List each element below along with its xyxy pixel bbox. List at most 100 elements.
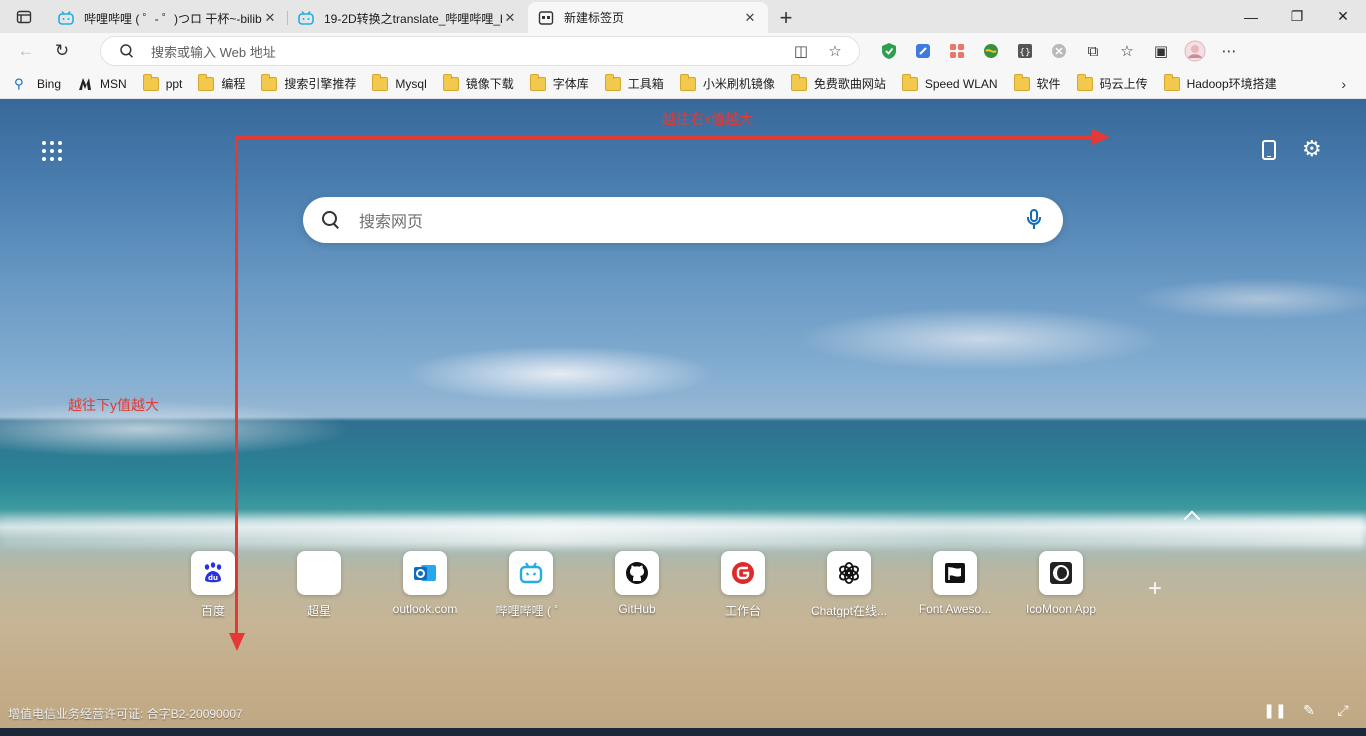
svg-text:du: du xyxy=(208,574,218,582)
background-waves xyxy=(0,517,1366,547)
tab-bilibili-video[interactable]: 19-2D转换之translate_哔哩哔哩_bilibili ✕ xyxy=(288,3,528,33)
quick-link-label: 工作台 xyxy=(724,604,761,618)
chaoxing-icon xyxy=(297,551,341,595)
quick-link-baidu[interactable]: du 百度 xyxy=(160,551,266,619)
gear-icon[interactable]: ⚙ xyxy=(1302,137,1322,161)
shield-extension-icon[interactable] xyxy=(872,36,906,66)
plus-icon: + xyxy=(779,5,793,30)
extensions-icon[interactable]: ⧉ xyxy=(1076,36,1110,66)
bookmark-label: 小米刷机镜像 xyxy=(702,77,775,91)
bookmark-label: Mysql xyxy=(395,76,427,91)
quick-link-gitee[interactable]: 工作台 xyxy=(690,551,796,619)
bookmark-folder[interactable]: Speed WLAN xyxy=(901,73,998,91)
folder-icon xyxy=(142,73,159,91)
quick-link-label: Font Aweso... xyxy=(918,602,992,616)
bookmark-folder[interactable]: 编程 xyxy=(198,73,245,92)
back-button[interactable]: ← xyxy=(8,36,44,66)
favorites-icon[interactable]: ☆ xyxy=(1110,36,1144,66)
folder-icon xyxy=(1013,73,1030,91)
bookmark-label: 搜索引擎推荐 xyxy=(284,77,357,91)
bookmark-label: 镜像下载 xyxy=(465,77,514,91)
close-tab-icon[interactable]: ✕ xyxy=(262,10,278,26)
restore-icon: ❐ xyxy=(1290,8,1304,24)
outlook-icon xyxy=(403,551,447,595)
search-icon xyxy=(321,210,341,230)
bookmark-folder[interactable]: 小米刷机镜像 xyxy=(679,73,775,92)
expand-icon[interactable]: ⤢ xyxy=(1326,700,1360,720)
more-menu-icon[interactable]: ⋯ xyxy=(1212,36,1246,66)
bookmark-folder[interactable]: 搜索引擎推荐 xyxy=(261,73,357,92)
minimize-button[interactable]: — xyxy=(1228,0,1274,33)
quick-link-github[interactable]: GitHub xyxy=(584,551,690,619)
bookmark-folder[interactable]: ppt xyxy=(142,73,182,91)
bookmark-folder[interactable]: 码云上传 xyxy=(1076,73,1148,92)
quick-link-label: outlook.com xyxy=(392,602,458,616)
collections-icon[interactable]: ▣ xyxy=(1144,36,1178,66)
chevron-right-icon[interactable]: › xyxy=(1341,76,1346,92)
bookmark-folder[interactable]: 软件 xyxy=(1013,73,1061,92)
folder-icon xyxy=(901,73,918,91)
close-tab-icon[interactable]: ✕ xyxy=(742,10,758,26)
grid-extension-icon[interactable] xyxy=(940,36,974,66)
bing-icon: ⚲ xyxy=(14,75,24,91)
bookmark-bing[interactable]: ⚲ Bing xyxy=(14,75,62,91)
x-arrow-head xyxy=(1092,129,1110,145)
folder-icon xyxy=(790,73,807,91)
add-quick-link-button[interactable]: + xyxy=(1148,575,1162,603)
tab-title: 19-2D转换之translate_哔哩哔哩_bilibili xyxy=(324,11,502,26)
quick-link-font-awesome[interactable]: Font Aweso... xyxy=(902,551,1008,619)
web-search-box[interactable]: 搜索网页 xyxy=(303,197,1063,243)
search-icon xyxy=(120,44,135,59)
bookmark-msn[interactable]: MSN xyxy=(77,77,127,91)
extensions-row: {} ⧉ ☆ ▣ ⋯ xyxy=(872,36,1246,66)
bookmark-folder[interactable]: 字体库 xyxy=(529,73,589,92)
edit-background-icon[interactable]: ✎ xyxy=(1292,700,1326,720)
bookmark-label: 免费歌曲网站 xyxy=(813,77,886,91)
bookmark-folder[interactable]: Hadoop环境搭建 xyxy=(1163,73,1277,92)
add-favorite-icon[interactable]: ☆ xyxy=(825,41,845,61)
bookmark-folder[interactable]: 工具箱 xyxy=(604,73,664,92)
x-axis-arrow xyxy=(236,136,1094,139)
folder-icon xyxy=(604,73,621,91)
globe-extension-icon[interactable] xyxy=(974,36,1008,66)
quick-link-bilibili[interactable]: 哔哩哔哩 ( ゜ xyxy=(478,551,584,619)
bookmark-folder[interactable]: 镜像下载 xyxy=(442,73,514,92)
background-controls: ❚❚ ✎ ⤢ xyxy=(1258,700,1360,720)
microphone-icon[interactable] xyxy=(1017,203,1051,237)
tab-title: 哔哩哔哩 ( ゜- ゜)つロ 干杯~-bilibili xyxy=(84,11,262,26)
rocket-extension-icon[interactable] xyxy=(906,36,940,66)
folder-icon xyxy=(1163,73,1180,91)
close-tab-icon[interactable]: ✕ xyxy=(502,10,518,26)
tab-bilibili[interactable]: 哔哩哔哩 ( ゜- ゜)つロ 干杯~-bilibili ✕ xyxy=(48,3,288,33)
folder-icon xyxy=(261,73,278,91)
pause-icon[interactable]: ❚❚ xyxy=(1258,700,1292,720)
close-window-button[interactable]: ✕ xyxy=(1320,0,1366,33)
bookmark-folder[interactable]: Mysql xyxy=(372,73,427,91)
quick-link-chaoxing[interactable]: 超星 xyxy=(266,551,372,619)
tab-new-tab[interactable]: 新建标签页 ✕ xyxy=(528,2,768,33)
restore-button[interactable]: ❐ xyxy=(1274,0,1320,33)
bookmark-folder[interactable]: 免费歌曲网站 xyxy=(790,73,886,92)
license-text: 增值电信业务经营许可证: 合字B2-20090007 xyxy=(8,707,243,721)
gray-extension-icon[interactable] xyxy=(1042,36,1076,66)
quick-link-label: Chatgpt在线... xyxy=(810,604,888,618)
bracket-extension-icon[interactable]: {} xyxy=(1008,36,1042,66)
quick-link-label: GitHub xyxy=(618,602,656,616)
refresh-button[interactable]: ↻ xyxy=(44,36,80,66)
arrow-left-icon: ← xyxy=(17,41,35,60)
folder-icon xyxy=(1076,73,1093,91)
quick-link-outlook[interactable]: outlook.com xyxy=(372,551,478,619)
quick-link-chatgpt[interactable]: Chatgpt在线... xyxy=(796,551,902,619)
quick-link-icomoon[interactable]: IcoMoon App xyxy=(1008,551,1114,619)
address-bar[interactable]: 搜索或输入 Web 地址 ◫ ☆ xyxy=(100,36,860,66)
profile-avatar[interactable] xyxy=(1178,36,1212,66)
tab-actions-button[interactable] xyxy=(0,0,48,33)
bilibili-icon xyxy=(58,11,74,25)
bookmark-label: Bing xyxy=(37,76,62,91)
phone-icon[interactable] xyxy=(1262,140,1276,160)
address-placeholder: 搜索或输入 Web 地址 xyxy=(151,44,276,60)
search-placeholder: 搜索网页 xyxy=(359,214,424,231)
new-tab-button[interactable]: + xyxy=(768,3,804,33)
reading-view-icon[interactable]: ◫ xyxy=(791,41,811,61)
app-launcher-icon[interactable] xyxy=(40,139,64,163)
